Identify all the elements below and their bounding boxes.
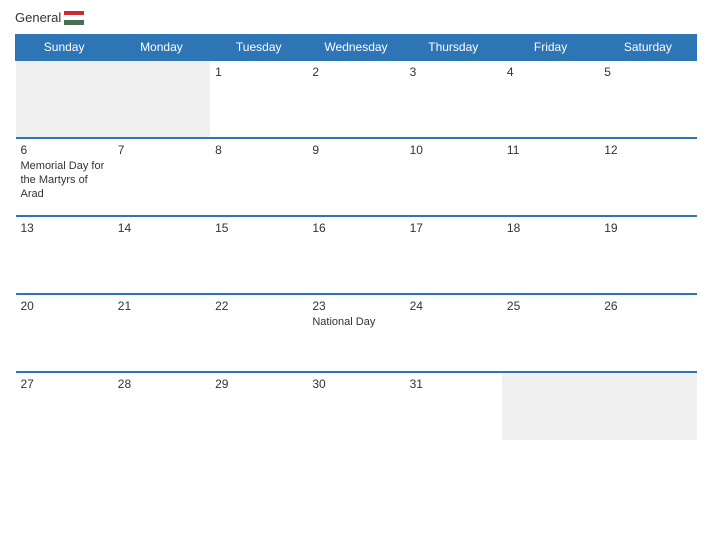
day-number: 16 [312,221,399,235]
day-number: 30 [312,377,399,391]
calendar-cell: 16 [307,216,404,294]
day-number: 18 [507,221,594,235]
event-label: National Day [312,315,399,329]
header: General [15,10,697,26]
calendar-grid: SundayMondayTuesdayWednesdayThursdayFrid… [15,34,697,440]
calendar-cell [599,372,696,440]
calendar-cell: 17 [405,216,502,294]
day-number: 7 [118,143,205,157]
day-number: 13 [21,221,108,235]
calendar-container: General SundayMondayTuesdayWednesdayThur… [0,0,712,550]
day-number: 9 [312,143,399,157]
day-number: 12 [604,143,691,157]
day-number: 21 [118,299,205,313]
calendar-cell: 2 [307,60,404,138]
day-number: 10 [410,143,497,157]
day-number: 15 [215,221,302,235]
day-number: 22 [215,299,302,313]
weekday-tuesday: Tuesday [210,34,307,60]
weekday-monday: Monday [113,34,210,60]
calendar-cell: 11 [502,138,599,216]
day-number: 1 [215,65,302,79]
calendar-cell [502,372,599,440]
calendar-cell: 8 [210,138,307,216]
logo: General [15,10,84,26]
day-number: 25 [507,299,594,313]
calendar-cell: 24 [405,294,502,372]
day-number: 4 [507,65,594,79]
calendar-cell: 15 [210,216,307,294]
calendar-cell: 14 [113,216,210,294]
day-number: 8 [215,143,302,157]
week-row-4: 27 28 29 30 31 [16,372,697,440]
calendar-cell: 28 [113,372,210,440]
day-number: 23 [312,299,399,313]
week-row-2: 13 14 15 16 17 18 19 [16,216,697,294]
calendar-cell: 27 [16,372,113,440]
weekday-sunday: Sunday [16,34,113,60]
calendar-cell: 20 [16,294,113,372]
calendar-cell: 22 [210,294,307,372]
calendar-cell: 19 [599,216,696,294]
day-number: 24 [410,299,497,313]
day-number: 29 [215,377,302,391]
calendar-cell: 13 [16,216,113,294]
weekday-header-row: SundayMondayTuesdayWednesdayThursdayFrid… [16,34,697,60]
day-number: 11 [507,143,594,157]
calendar-cell: 4 [502,60,599,138]
day-number: 6 [21,143,108,157]
calendar-cell: 29 [210,372,307,440]
calendar-cell: 18 [502,216,599,294]
day-number: 3 [410,65,497,79]
day-number: 2 [312,65,399,79]
day-number: 26 [604,299,691,313]
calendar-cell: 23 National Day [307,294,404,372]
day-number: 19 [604,221,691,235]
calendar-cell: 9 [307,138,404,216]
logo-flag [64,11,84,25]
week-row-3: 20 21 22 23 National Day 24 25 26 [16,294,697,372]
weekday-thursday: Thursday [405,34,502,60]
calendar-cell [16,60,113,138]
calendar-cell [113,60,210,138]
calendar-cell: 10 [405,138,502,216]
weekday-saturday: Saturday [599,34,696,60]
day-number: 14 [118,221,205,235]
calendar-cell: 25 [502,294,599,372]
calendar-cell: 30 [307,372,404,440]
calendar-cell: 12 [599,138,696,216]
day-number: 17 [410,221,497,235]
weekday-wednesday: Wednesday [307,34,404,60]
day-number: 28 [118,377,205,391]
weekday-friday: Friday [502,34,599,60]
week-row-1: 6 Memorial Day for the Martyrs of Arad 789… [16,138,697,216]
event-label: Memorial Day for the Martyrs of Arad [21,159,108,202]
week-row-0: 12345 [16,60,697,138]
logo-text-general: General [15,10,61,26]
day-number: 27 [21,377,108,391]
calendar-cell: 1 [210,60,307,138]
day-number: 31 [410,377,497,391]
calendar-cell: 26 [599,294,696,372]
calendar-cell: 7 [113,138,210,216]
calendar-cell: 3 [405,60,502,138]
calendar-cell: 6 Memorial Day for the Martyrs of Arad [16,138,113,216]
calendar-cell: 21 [113,294,210,372]
calendar-cell: 5 [599,60,696,138]
calendar-cell: 31 [405,372,502,440]
day-number: 20 [21,299,108,313]
day-number: 5 [604,65,691,79]
